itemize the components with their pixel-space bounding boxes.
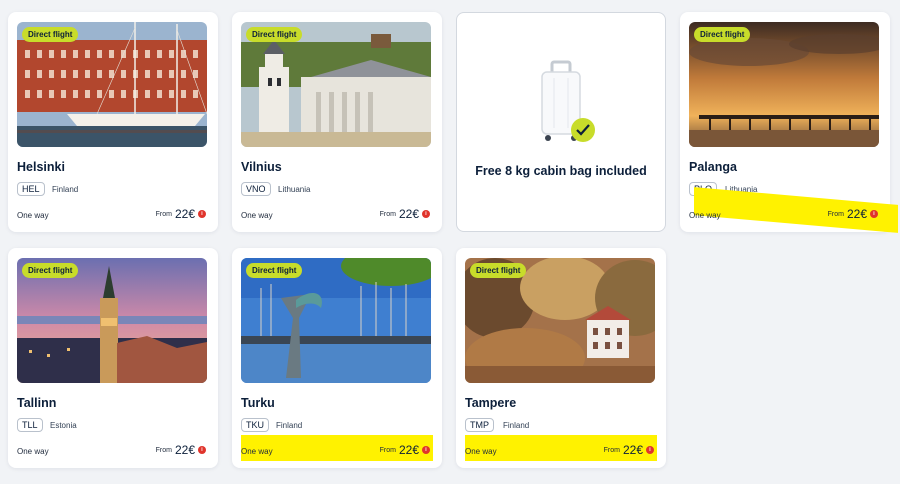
destination-card-tallinn[interactable]: Direct flight Tallinn TLL Estonia One wa… [8, 248, 218, 468]
city-name: Tampere [465, 396, 517, 410]
price-value: 22€ [846, 207, 867, 221]
country-name: Lithuania [278, 185, 311, 194]
country-name: Finland [276, 421, 303, 430]
country-name: Finland [52, 185, 79, 194]
price-value: 22€ [174, 443, 195, 457]
direct-flight-badge: Direct flight [694, 27, 751, 42]
price-value: 22€ [174, 207, 195, 221]
price-row: From 22€ i [380, 443, 430, 457]
airport-code: VNO [241, 182, 271, 196]
price-info-icon[interactable]: i [422, 446, 430, 454]
airport-code: TLL [17, 418, 43, 432]
destination-card-tampere[interactable]: Direct flight Tampere TMP Finland One wa… [456, 248, 666, 468]
price-from-label: From [379, 446, 396, 454]
price-info-icon[interactable]: i [422, 210, 430, 218]
airport-code: TMP [465, 418, 494, 432]
suitcase-check-icon [541, 60, 595, 142]
direct-flight-badge: Direct flight [470, 263, 527, 278]
city-name: Helsinki [17, 160, 65, 174]
cabin-bag-promo-card: Free 8 kg cabin bag included [456, 12, 666, 232]
price-value: 22€ [398, 207, 419, 221]
price-value: 22€ [398, 443, 419, 457]
destination-photo: Direct flight [17, 22, 207, 147]
trip-type: One way [241, 447, 273, 456]
destination-photo: Direct flight [689, 22, 879, 147]
price-row: From 22€ i [156, 443, 206, 457]
price-info-icon[interactable]: i [870, 210, 878, 218]
price-row: From 22€ i [380, 207, 430, 221]
trip-type: One way [465, 447, 497, 456]
price-info-icon[interactable]: i [646, 446, 654, 454]
price-from-label: From [603, 446, 620, 454]
price-row: From 22€ i [156, 207, 206, 221]
price-from-label: From [155, 446, 172, 454]
destination-photo: Direct flight [241, 258, 431, 383]
city-name: Vilnius [241, 160, 282, 174]
price-value: 22€ [622, 443, 643, 457]
price-from-label: From [155, 210, 172, 218]
direct-flight-badge: Direct flight [22, 27, 79, 42]
destination-photo: Direct flight [465, 258, 655, 383]
destination-photo: Direct flight [17, 258, 207, 383]
trip-type: One way [17, 211, 49, 220]
price-from-label: From [827, 210, 844, 218]
trip-type: One way [17, 447, 49, 456]
trip-type: One way [689, 211, 721, 220]
destination-card-turku[interactable]: Direct flight Turku TKU Finland One way … [232, 248, 442, 468]
destination-photo: Direct flight [241, 22, 431, 147]
destination-card-palanga[interactable]: Direct flight Palanga PLQ Lithuania One … [680, 12, 898, 233]
direct-flight-badge: Direct flight [246, 27, 303, 42]
city-name: Turku [241, 396, 275, 410]
price-row: From 22€ i [828, 207, 878, 221]
airport-code: TKU [241, 418, 269, 432]
cabin-bag-text: Free 8 kg cabin bag included [475, 164, 647, 178]
direct-flight-badge: Direct flight [246, 263, 303, 278]
price-info-icon[interactable]: i [198, 210, 206, 218]
city-name: Tallinn [17, 396, 57, 410]
price-from-label: From [379, 210, 396, 218]
country-name: Estonia [50, 421, 77, 430]
price-row: From 22€ i [604, 443, 654, 457]
direct-flight-badge: Direct flight [22, 263, 79, 278]
country-name: Finland [503, 421, 530, 430]
airport-code: HEL [17, 182, 45, 196]
trip-type: One way [241, 211, 273, 220]
destination-card-helsinki[interactable]: Direct flight Helsinki HEL Finland One w… [8, 12, 218, 232]
destination-card-vilnius[interactable]: Direct flight Vilnius VNO Lithuania One … [232, 12, 442, 232]
price-info-icon[interactable]: i [198, 446, 206, 454]
city-name: Palanga [689, 160, 737, 174]
